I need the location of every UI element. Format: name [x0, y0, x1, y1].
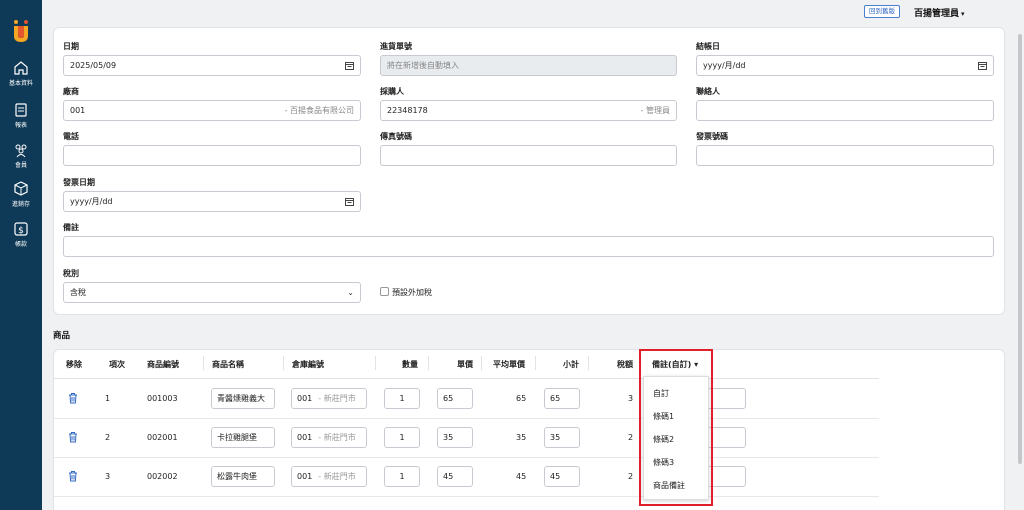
dollar-icon: $: [14, 222, 28, 236]
row-price-input[interactable]: 35: [437, 427, 473, 448]
note-input[interactable]: [63, 236, 994, 257]
col-remove: 移除: [66, 360, 82, 369]
row-subtotal-input[interactable]: 45: [544, 466, 580, 487]
row-tax: 2: [628, 472, 634, 481]
col-avg-price: 平均單價: [493, 360, 525, 369]
row-price-input[interactable]: 65: [437, 388, 473, 409]
sidebar-item-members[interactable]: 會員: [0, 142, 42, 169]
vendor-name: - 百揚食品有限公司: [284, 106, 354, 115]
sidebar-item-label: 進銷存: [11, 201, 30, 208]
row-tax: 3: [628, 394, 634, 403]
col-product-name: 商品名稱: [212, 360, 244, 369]
vendor-input[interactable]: 001- 百揚食品有限公司: [63, 100, 361, 121]
row-quantity-input[interactable]: 1: [384, 388, 420, 409]
sidebar-item-label: 帳款: [14, 241, 27, 248]
buyer-label: 採購人: [380, 87, 404, 96]
checkout-date-label: 結帳日: [696, 42, 720, 51]
row-warehouse-input[interactable]: 001- 新莊門市: [291, 427, 367, 448]
row-quantity-input[interactable]: 1: [384, 466, 420, 487]
col-tax: 稅額: [617, 360, 633, 369]
row-product-code: 002002: [147, 472, 178, 481]
col-quantity: 數量: [402, 360, 418, 369]
phone-input[interactable]: [63, 145, 361, 166]
tax-type-label: 稅別: [63, 269, 79, 278]
document-icon: [15, 103, 27, 117]
receipt-no-input: 將在新增後自動填入: [380, 55, 677, 76]
svg-text:$: $: [18, 226, 24, 236]
row-product-code: 001003: [147, 394, 178, 403]
invoice-date-input[interactable]: yyyy/月/dd: [63, 191, 361, 212]
user-name: 百揚管理員: [914, 9, 960, 19]
invoice-no-input[interactable]: [696, 145, 994, 166]
chevron-down-icon: ▾: [961, 10, 965, 18]
col-warehouse-code: 倉庫編號: [292, 360, 324, 369]
sidebar-item-label: 會員: [14, 162, 27, 169]
calendar-icon[interactable]: [345, 61, 354, 70]
sidebar-item-accounts[interactable]: $ 帳款: [0, 221, 42, 248]
scrollbar-thumb[interactable]: [1018, 34, 1022, 464]
contact-label: 聯絡人: [696, 87, 720, 96]
fax-input[interactable]: [380, 145, 677, 166]
row-warehouse-input[interactable]: 001- 新莊門市: [291, 388, 367, 409]
receipt-no-label: 進貨單號: [380, 42, 412, 51]
row-warehouse-input[interactable]: 001- 新莊門市: [291, 466, 367, 487]
invoice-no-label: 發票號碼: [696, 132, 728, 141]
calendar-icon[interactable]: [978, 61, 987, 70]
checkbox-box[interactable]: [380, 287, 389, 296]
sidebar: 基本資料 報表 會員 進銷存 $ 帳款: [0, 0, 42, 510]
row-index: 2: [105, 433, 111, 442]
row-avg-price: 65: [516, 394, 527, 403]
date-label: 日期: [63, 42, 79, 51]
row-product-name-input[interactable]: 青醬燻雞義大: [211, 388, 275, 409]
row-quantity-input[interactable]: 1: [384, 427, 420, 448]
col-unit-price: 單價: [457, 360, 473, 369]
phone-label: 電話: [63, 132, 79, 141]
box-icon: [14, 181, 28, 196]
checkout-date-input[interactable]: yyyy/月/dd: [696, 55, 994, 76]
row-avg-price: 35: [516, 433, 527, 442]
row-subtotal-input[interactable]: 35: [544, 427, 580, 448]
contact-input[interactable]: [696, 100, 994, 121]
products-table-card: [53, 349, 1005, 510]
user-menu[interactable]: 百揚管理員 ▾: [914, 6, 965, 19]
chevron-down-icon: ⌄: [347, 288, 354, 297]
vendor-label: 廠商: [63, 87, 79, 96]
sidebar-item-basic-data[interactable]: 基本資料: [0, 60, 42, 87]
sidebar-item-label: 基本資料: [8, 80, 33, 87]
buyer-input[interactable]: 22348178- 管理員: [380, 100, 677, 121]
row-index: 3: [105, 472, 111, 481]
buyer-name: - 管理員: [640, 106, 670, 115]
default-extra-tax-checkbox[interactable]: 預設外加稅: [380, 287, 432, 298]
tax-type-select[interactable]: 含稅 ⌄: [63, 282, 361, 303]
row-product-code: 002001: [147, 433, 178, 442]
sidebar-item-label: 報表: [14, 122, 27, 129]
col-index: 項次: [109, 360, 125, 369]
invoice-date-label: 發票日期: [63, 178, 95, 187]
row-avg-price: 45: [516, 472, 527, 481]
brand-logo-icon: [14, 20, 28, 42]
back-to-old-version-button[interactable]: 回到舊版: [864, 5, 900, 18]
sidebar-item-reports[interactable]: 報表: [0, 102, 42, 129]
col-product-code: 商品編號: [147, 360, 179, 369]
users-icon: [15, 144, 27, 158]
highlight-box: [639, 349, 713, 506]
row-tax: 2: [628, 433, 634, 442]
trash-icon[interactable]: [68, 392, 78, 404]
row-product-name-input[interactable]: 松露牛肉堡: [211, 466, 275, 487]
calendar-icon[interactable]: [345, 197, 354, 206]
trash-icon[interactable]: [68, 470, 78, 482]
row-product-name-input[interactable]: 卡拉雞腿堡: [211, 427, 275, 448]
home-icon: [14, 61, 28, 75]
date-input[interactable]: 2025/05/09: [63, 55, 361, 76]
sidebar-item-inventory[interactable]: 進銷存: [0, 181, 42, 208]
row-subtotal-input[interactable]: 65: [544, 388, 580, 409]
note-label: 備註: [63, 223, 79, 232]
col-subtotal: 小計: [563, 360, 579, 369]
fax-label: 傳真號碼: [380, 132, 412, 141]
row-index: 1: [105, 394, 111, 403]
page-scrollbar[interactable]: [1016, 24, 1024, 510]
row-price-input[interactable]: 45: [437, 466, 473, 487]
trash-icon[interactable]: [68, 431, 78, 443]
products-section-title: 商品: [53, 331, 71, 341]
